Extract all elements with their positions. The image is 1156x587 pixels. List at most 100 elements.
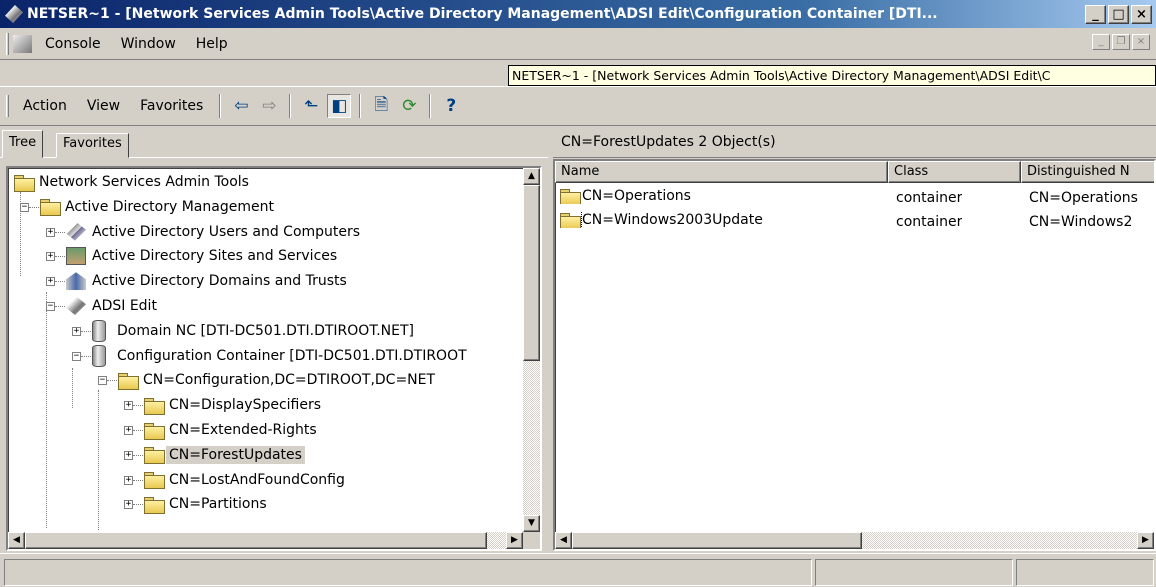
tree-connector bbox=[46, 292, 47, 528]
tree-node[interactable]: CN=LostAndFoundConfig bbox=[144, 468, 348, 492]
show-hide-tree-icon[interactable]: ◧ bbox=[327, 94, 352, 118]
collapse-icon[interactable]: − bbox=[20, 202, 29, 212]
column-header-name[interactable]: Name bbox=[555, 161, 888, 183]
tree-node-label: CN=Partitions bbox=[169, 496, 267, 513]
collapse-icon[interactable]: − bbox=[46, 302, 55, 311]
title-tooltip: NETSER~1 - [Network Services Admin Tools… bbox=[508, 65, 1156, 86]
menu-window[interactable]: Window bbox=[111, 36, 186, 52]
toolbar-grip[interactable] bbox=[6, 95, 9, 117]
scroll-left-button[interactable]: ◀ bbox=[8, 532, 25, 549]
mdi-buttons: _ ❐ × bbox=[1092, 34, 1150, 50]
result-list[interactable]: Name Class Distinguished N CN=Operations… bbox=[553, 159, 1156, 551]
item-class: container bbox=[896, 214, 963, 230]
close-button[interactable]: × bbox=[1131, 4, 1152, 24]
tree-connector bbox=[81, 355, 91, 357]
maximize-button[interactable]: □ bbox=[1108, 4, 1129, 24]
tree-node[interactable]: CN=ForestUpdates bbox=[144, 443, 305, 467]
menu-help[interactable]: Help bbox=[186, 36, 238, 52]
item-class: container bbox=[896, 190, 963, 206]
expand-icon[interactable]: + bbox=[72, 326, 81, 336]
expand-icon[interactable]: + bbox=[124, 500, 133, 510]
tree-node[interactable]: CN=Extended-Rights bbox=[144, 418, 320, 442]
right-pane: CN=ForestUpdates 2 Object(s) Name Class … bbox=[553, 127, 1156, 552]
tree-node-label: Active Directory Management bbox=[65, 198, 274, 215]
tree-node-label: Active Directory Sites and Services bbox=[92, 248, 338, 265]
scroll-thumb[interactable] bbox=[523, 185, 540, 361]
tree-node[interactable]: Active Directory Management bbox=[40, 195, 277, 219]
item-name: CN=Operations bbox=[582, 188, 691, 204]
action-toolbar: Action View Favorites ⇦ ⇨ ⬑ ◧ 🗎 ⟳ ? bbox=[0, 86, 1156, 126]
tree-node-label: Active Directory Domains and Trusts bbox=[92, 273, 347, 290]
tree-node[interactable]: CN=DisplaySpecifiers bbox=[144, 393, 324, 417]
status-bar bbox=[0, 553, 1156, 587]
up-one-level-icon[interactable]: ⬑ bbox=[299, 94, 323, 118]
tree-node[interactable]: Domain NC [DTI-DC501.DTI.DTIROOT.NET] bbox=[92, 319, 417, 343]
result-pane-header: CN=ForestUpdates 2 Object(s) bbox=[553, 127, 1156, 158]
mmc-icon[interactable] bbox=[5, 5, 23, 23]
folder-icon bbox=[144, 472, 165, 490]
tree-connector bbox=[29, 206, 39, 208]
expand-icon[interactable]: + bbox=[46, 227, 55, 237]
expand-icon[interactable]: + bbox=[46, 277, 55, 287]
column-header-dn[interactable]: Distinguished N bbox=[1021, 161, 1154, 183]
tree-node[interactable]: Active Directory Users and Computers bbox=[66, 220, 363, 244]
tree-horizontal-scrollbar[interactable]: ◀ ▶ bbox=[8, 532, 523, 549]
minimize-button[interactable]: _ bbox=[1085, 4, 1106, 24]
folder-icon bbox=[118, 372, 139, 390]
tree-node[interactable]: Network Services Admin Tools bbox=[14, 170, 252, 194]
scroll-right-button[interactable]: ▶ bbox=[1137, 532, 1154, 549]
menu-console[interactable]: Console bbox=[35, 36, 111, 52]
tree-node[interactable]: Configuration Container [DTI-DC501.DTI.D… bbox=[92, 344, 470, 368]
scroll-left-button[interactable]: ◀ bbox=[555, 532, 572, 549]
tree-node[interactable]: Active Directory Sites and Services bbox=[66, 244, 340, 268]
properties-icon[interactable]: 🗎 bbox=[369, 94, 393, 118]
tree-node-label: CN=DisplaySpecifiers bbox=[169, 397, 322, 414]
hscroll-thumb[interactable] bbox=[572, 532, 862, 549]
tree-node[interactable]: ADSI Edit bbox=[66, 294, 160, 318]
tree-connector bbox=[72, 368, 73, 408]
expand-icon[interactable]: + bbox=[124, 450, 133, 460]
collapse-icon[interactable]: − bbox=[72, 351, 81, 361]
back-arrow-icon[interactable]: ⇦ bbox=[229, 94, 253, 118]
tab-favorites[interactable]: Favorites bbox=[56, 133, 129, 158]
expand-icon[interactable]: + bbox=[46, 252, 55, 262]
menu-bar: Console Window Help _ ❐ × bbox=[0, 28, 1156, 60]
left-pane: Tree Favorites ▲ ▼ ◀ ▶ Network Services … bbox=[0, 127, 548, 552]
scroll-down-button[interactable]: ▼ bbox=[523, 515, 540, 532]
console-icon bbox=[13, 34, 32, 53]
expand-icon[interactable]: + bbox=[124, 426, 133, 435]
scroll-up-button[interactable]: ▲ bbox=[523, 168, 540, 185]
tree-node-label: CN=ForestUpdates bbox=[166, 445, 305, 464]
list-horizontal-scrollbar[interactable]: ◀ ▶ bbox=[555, 532, 1154, 549]
list-item[interactable]: CN=Operations container CN=Operations bbox=[555, 185, 1154, 208]
console-tree[interactable]: ▲ ▼ ◀ ▶ Network Services Admin Tools Acti… bbox=[6, 166, 542, 551]
help-icon[interactable]: ? bbox=[439, 94, 463, 118]
menu-action[interactable]: Action bbox=[13, 98, 77, 114]
hscroll-thumb[interactable] bbox=[25, 532, 487, 549]
menu-view[interactable]: View bbox=[77, 98, 130, 114]
tree-connector bbox=[55, 256, 65, 258]
tree-vertical-scrollbar[interactable]: ▲ ▼ bbox=[523, 168, 540, 532]
tab-tree[interactable]: Tree bbox=[2, 130, 44, 158]
column-header-class[interactable]: Class bbox=[888, 161, 1021, 183]
forward-arrow-icon[interactable]: ⇨ bbox=[257, 94, 281, 118]
tree-node[interactable]: Active Directory Domains and Trusts bbox=[66, 269, 350, 293]
tree-node[interactable]: CN=Configuration,DC=DTIROOT,DC=NET bbox=[118, 368, 438, 392]
title-bar[interactable]: NETSER~1 - [Network Services Admin Tools… bbox=[0, 0, 1156, 28]
toolbar-separator bbox=[359, 94, 362, 118]
tree-node[interactable]: CN=Partitions bbox=[144, 492, 270, 516]
refresh-icon[interactable]: ⟳ bbox=[397, 94, 421, 118]
tree-connector bbox=[133, 430, 143, 431]
mdi-restore-button[interactable]: ❐ bbox=[1112, 34, 1130, 50]
collapse-icon[interactable]: − bbox=[98, 376, 107, 386]
mdi-minimize-button[interactable]: _ bbox=[1092, 34, 1110, 50]
scroll-right-button[interactable]: ▶ bbox=[506, 532, 523, 549]
tree-node-label: Network Services Admin Tools bbox=[39, 174, 249, 190]
menu-favorites[interactable]: Favorites bbox=[130, 98, 213, 114]
expand-icon[interactable]: + bbox=[124, 475, 133, 485]
mdi-close-button[interactable]: × bbox=[1132, 34, 1150, 50]
menubar-grip[interactable] bbox=[6, 32, 9, 55]
expand-icon[interactable]: + bbox=[124, 401, 133, 411]
item-dn: CN=Windows2 bbox=[1029, 214, 1133, 230]
list-item[interactable]: CN=Windows2003Update container CN=Window… bbox=[555, 209, 1154, 232]
